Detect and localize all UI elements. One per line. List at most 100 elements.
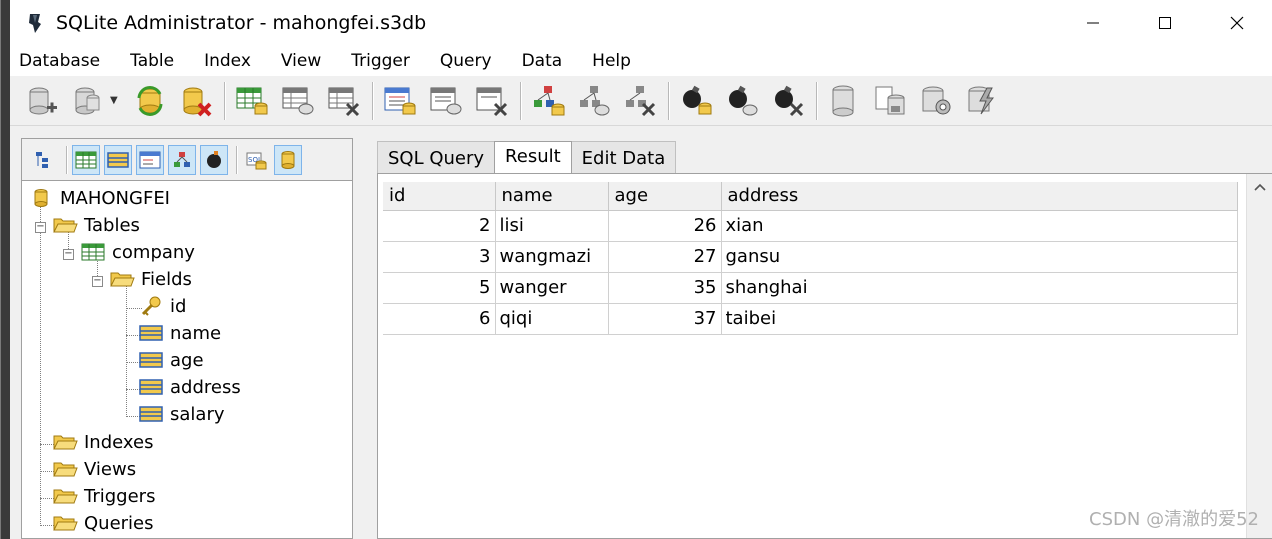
- tree-item-fields[interactable]: Fields: [109, 266, 192, 292]
- table-row[interactable]: 6 qiqi 37 taibei: [383, 303, 1238, 335]
- create-view-button[interactable]: [528, 81, 568, 121]
- collapse-company-icon[interactable]: −: [63, 249, 74, 260]
- menu-data[interactable]: Data: [522, 51, 563, 71]
- edit-index-button[interactable]: [426, 81, 466, 121]
- vertical-scrollbar[interactable]: [1246, 174, 1272, 538]
- delete-view-button[interactable]: [620, 81, 660, 121]
- tree-connector: [126, 280, 127, 415]
- tab-sql-query[interactable]: SQL Query: [377, 141, 496, 174]
- delete-index-button[interactable]: [472, 81, 512, 121]
- cell-age[interactable]: 35: [608, 272, 722, 304]
- cell-name[interactable]: lisi: [495, 210, 609, 242]
- field-icon: [138, 376, 164, 398]
- toolbar-separator: [66, 145, 68, 174]
- minimize-button[interactable]: [1057, 0, 1129, 46]
- column-header[interactable]: address: [721, 182, 1238, 211]
- result-grid: id name age address 2 lisi 26 xian 3 wan…: [383, 182, 1238, 335]
- delete-trigger-button[interactable]: [768, 81, 808, 121]
- tree-label-field: salary: [170, 403, 225, 425]
- column-header[interactable]: age: [608, 182, 722, 211]
- menu-trigger[interactable]: Trigger: [351, 51, 410, 71]
- open-folder-icon: [109, 268, 135, 290]
- create-table-button[interactable]: [232, 81, 272, 121]
- show-indexes-icon[interactable]: [136, 144, 164, 175]
- background-strip: [1, 0, 10, 539]
- menu-bar: Database Table Index View Trigger Query …: [10, 46, 1272, 76]
- cell-id[interactable]: 2: [383, 210, 496, 242]
- collapse-tables-icon[interactable]: −: [35, 222, 46, 233]
- cell-id[interactable]: 3: [383, 241, 496, 273]
- open-database-button[interactable]: [68, 81, 108, 121]
- cell-age[interactable]: 26: [608, 210, 722, 242]
- tree-item-field-salary[interactable]: salary: [138, 401, 225, 427]
- show-database-icon[interactable]: [274, 144, 302, 175]
- table-row[interactable]: 5 wanger 35 shanghai: [383, 272, 1238, 304]
- main-toolbar: ▼: [10, 76, 1272, 126]
- new-database-button[interactable]: [22, 81, 62, 121]
- result-grid-frame: id name age address 2 lisi 26 xian 3 wan…: [377, 173, 1272, 539]
- cell-age[interactable]: 37: [608, 303, 722, 335]
- toolbar-separator: [236, 145, 238, 174]
- show-triggers-icon[interactable]: [200, 144, 228, 175]
- menu-view[interactable]: View: [281, 51, 321, 71]
- cell-address[interactable]: xian: [721, 210, 1238, 242]
- maximize-button[interactable]: [1129, 0, 1201, 46]
- show-views-icon[interactable]: [168, 144, 196, 175]
- delete-table-button[interactable]: [324, 81, 364, 121]
- edit-trigger-button[interactable]: [722, 81, 762, 121]
- dropdown-arrow-icon[interactable]: ▼: [110, 95, 124, 106]
- edit-view-button[interactable]: [574, 81, 614, 121]
- import-button[interactable]: [870, 81, 910, 121]
- toolbar-separator: [224, 81, 226, 120]
- tree-item-field-id[interactable]: id: [138, 293, 186, 319]
- export-button[interactable]: [824, 81, 864, 121]
- tree-view-icon[interactable]: [30, 145, 58, 175]
- tab-result[interactable]: Result: [494, 141, 572, 175]
- cell-age[interactable]: 27: [608, 241, 722, 273]
- settings-button[interactable]: [916, 81, 956, 121]
- tree-item-views[interactable]: Views: [52, 456, 136, 482]
- tree-item-field-name[interactable]: name: [138, 320, 221, 346]
- delete-database-button[interactable]: [176, 81, 216, 121]
- cell-id[interactable]: 5: [383, 272, 496, 304]
- tree-item-indexes[interactable]: Indexes: [52, 429, 153, 455]
- table-row[interactable]: 2 lisi 26 xian: [383, 210, 1238, 242]
- tree-item-triggers[interactable]: Triggers: [52, 483, 155, 509]
- cell-address[interactable]: shanghai: [721, 272, 1238, 304]
- cell-name[interactable]: wangmazi: [495, 241, 609, 273]
- tab-edit-data[interactable]: Edit Data: [570, 141, 677, 174]
- cell-address[interactable]: taibei: [721, 303, 1238, 335]
- title-bar[interactable]: SQLite Administrator - mahongfei.s3db: [10, 0, 1272, 46]
- close-button[interactable]: [1201, 0, 1272, 46]
- show-tables-icon[interactable]: [72, 144, 100, 175]
- create-index-button[interactable]: [380, 81, 420, 121]
- menu-database[interactable]: Database: [19, 51, 100, 71]
- tree-item-field-address[interactable]: address: [138, 374, 241, 400]
- cell-name[interactable]: qiqi: [495, 303, 609, 335]
- toolbar-separator: [520, 81, 522, 120]
- menu-table[interactable]: Table: [130, 51, 174, 71]
- create-trigger-button[interactable]: [676, 81, 716, 121]
- tree-label-field: age: [170, 349, 204, 371]
- menu-index[interactable]: Index: [204, 51, 251, 71]
- tree-item-tables[interactable]: Tables: [52, 212, 140, 238]
- collapse-fields-icon[interactable]: −: [92, 276, 103, 287]
- tree-item-field-age[interactable]: age: [138, 347, 204, 373]
- column-header[interactable]: id: [383, 182, 496, 211]
- cell-id[interactable]: 6: [383, 303, 496, 335]
- menu-query[interactable]: Query: [440, 51, 492, 71]
- menu-help[interactable]: Help: [592, 51, 631, 71]
- tree-item-company[interactable]: company: [80, 239, 195, 265]
- tree-item-database[interactable]: MAHONGFEI: [28, 185, 170, 211]
- scroll-up-arrow-icon[interactable]: [1247, 174, 1272, 200]
- edit-table-button[interactable]: [278, 81, 318, 121]
- cell-address[interactable]: gansu: [721, 241, 1238, 273]
- column-header[interactable]: name: [495, 182, 609, 211]
- cell-name[interactable]: wanger: [495, 272, 609, 304]
- compact-button[interactable]: [962, 81, 1002, 121]
- refresh-button[interactable]: [130, 81, 170, 121]
- show-queries-icon[interactable]: SQL: [242, 145, 270, 175]
- tree-item-queries[interactable]: Queries: [52, 510, 154, 536]
- table-row[interactable]: 3 wangmazi 27 gansu: [383, 241, 1238, 273]
- show-fields-icon[interactable]: [104, 144, 132, 175]
